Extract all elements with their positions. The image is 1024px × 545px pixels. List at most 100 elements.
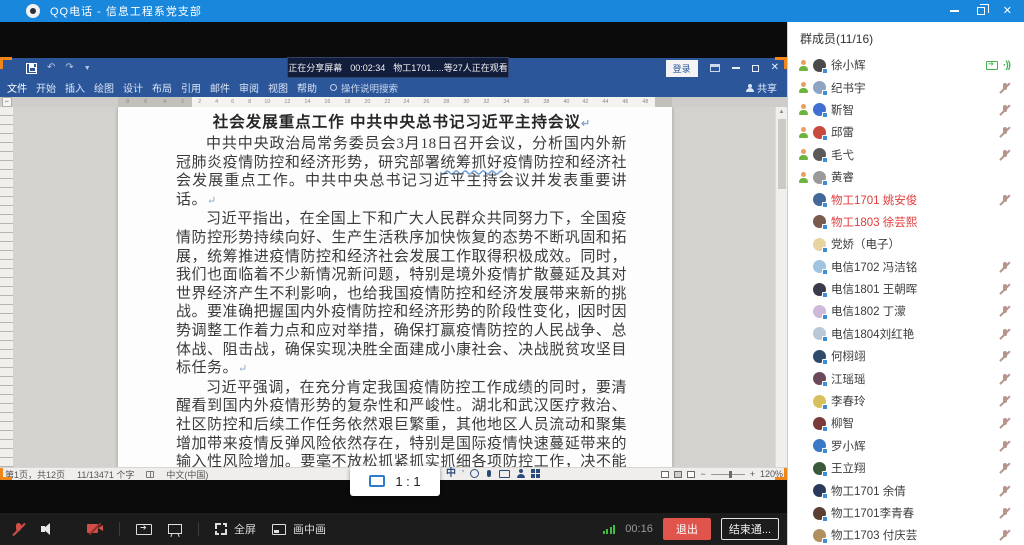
muted-mic-icon[interactable] [999, 283, 1010, 295]
page-indicator[interactable]: 第1页，共12页 [5, 468, 65, 481]
undo-icon[interactable]: ↶ [47, 63, 55, 73]
print-layout-icon[interactable] [674, 471, 682, 478]
ribbon-tab-5[interactable]: 设计 [123, 80, 143, 95]
minimize-icon[interactable] [950, 10, 959, 12]
member-row[interactable]: 物工1701 姚安俊 [788, 188, 1024, 210]
word-minimize-icon[interactable] [732, 67, 740, 69]
document-page[interactable]: 社会发展重点工作 中共中央总书记习近平主持会议↵ 中共中央政治局常务委员会3月1… [118, 107, 672, 467]
clock-icon[interactable] [470, 469, 479, 478]
scrollbar-thumb[interactable] [778, 119, 786, 189]
whiteboard-icon[interactable] [168, 524, 182, 534]
grid-icon[interactable] [531, 469, 540, 478]
member-row[interactable]: 电信1802 丁濛 [788, 300, 1024, 322]
ribbon-tab-6[interactable]: 布局 [152, 80, 172, 95]
zoom-slider[interactable] [711, 474, 745, 475]
member-row[interactable]: 王立翔 [788, 457, 1024, 479]
muted-mic-icon[interactable] [999, 305, 1010, 317]
member-row[interactable]: 党娇（电子） [788, 233, 1024, 255]
muted-mic-icon[interactable] [999, 149, 1010, 161]
muted-mic-icon[interactable] [999, 194, 1010, 206]
screen-share-icon[interactable] [136, 524, 152, 535]
ribbon-tab-11[interactable]: 帮助 [297, 80, 317, 95]
member-row[interactable]: 物工1701 余倩 [788, 479, 1024, 501]
member-row[interactable]: 徐小辉 ·)) [788, 54, 1024, 76]
ribbon-display-icon[interactable] [710, 64, 720, 72]
mic-tray-icon[interactable] [487, 470, 491, 477]
person-tray-icon[interactable] [516, 469, 525, 478]
ribbon-tab-3[interactable]: 插入 [65, 80, 85, 95]
muted-mic-icon[interactable] [999, 261, 1010, 273]
member-row[interactable]: 柳智 [788, 412, 1024, 434]
member-row[interactable]: 电信1801 王朝晖 [788, 278, 1024, 300]
member-name: 物工1803 徐芸熙 [831, 214, 917, 230]
tell-me-search[interactable]: 操作说明搜索 [330, 81, 398, 95]
ribbon-tab-2[interactable]: 开始 [36, 80, 56, 95]
member-row[interactable]: 邱雷 [788, 121, 1024, 143]
member-row[interactable]: 物工1701李青春 [788, 502, 1024, 524]
vertical-scrollbar[interactable]: ▲ [775, 107, 787, 467]
member-row[interactable]: 何栩翊 [788, 345, 1024, 367]
member-row[interactable]: 物工1803 徐芸熙 [788, 211, 1024, 233]
exit-button[interactable]: 退出 [663, 518, 711, 540]
muted-mic-icon[interactable] [999, 104, 1010, 116]
ribbon-tab-9[interactable]: 审阅 [239, 80, 259, 95]
member-row[interactable]: 物工1703 付庆芸 [788, 524, 1024, 545]
zoom-out-icon[interactable]: − [700, 469, 705, 479]
ribbon-tab-1[interactable]: 文件 [7, 80, 27, 95]
save-icon[interactable] [26, 63, 37, 74]
muted-mic-icon[interactable] [999, 328, 1010, 340]
camera-off-icon[interactable] [87, 523, 103, 535]
ribbon-tab-7[interactable]: 引用 [181, 80, 201, 95]
proofing-icon[interactable] [146, 471, 154, 478]
zoom-slider-thumb[interactable] [729, 471, 732, 478]
ime-indicator[interactable]: 中 [446, 469, 456, 479]
picture-in-picture-icon[interactable] [272, 524, 286, 535]
word-share-button[interactable]: 共享 [746, 80, 777, 95]
close-icon[interactable]: ✕ [1003, 6, 1012, 17]
microphone-muted-icon[interactable] [12, 522, 25, 537]
muted-mic-icon[interactable] [999, 82, 1010, 94]
member-row[interactable]: 罗小辉 [788, 435, 1024, 457]
pip-label[interactable]: 画中画 [293, 521, 326, 537]
end-call-button[interactable]: 结束通... [721, 518, 779, 540]
member-row[interactable]: 江瑶瑶 [788, 367, 1024, 389]
restore-icon[interactable] [977, 7, 985, 15]
muted-mic-icon[interactable] [999, 417, 1010, 429]
member-row[interactable]: 李春玲 [788, 390, 1024, 412]
chevron-down-icon[interactable]: ▼ [84, 65, 91, 72]
muted-mic-icon[interactable] [999, 485, 1010, 497]
muted-mic-icon[interactable] [999, 529, 1010, 541]
muted-mic-icon[interactable] [999, 350, 1010, 362]
fullscreen-icon[interactable] [215, 523, 227, 535]
redo-icon[interactable]: ↷ [65, 63, 73, 73]
ribbon-tab-8[interactable]: 邮件 [210, 80, 230, 95]
member-row[interactable]: 靳智 [788, 99, 1024, 121]
pen-icon[interactable]: ʼ [462, 469, 464, 479]
keyboard-icon[interactable] [499, 470, 510, 478]
fullscreen-label[interactable]: 全屏 [234, 521, 256, 537]
speaker-icon[interactable] [41, 522, 55, 536]
muted-mic-icon[interactable] [999, 373, 1010, 385]
muted-mic-icon[interactable] [999, 395, 1010, 407]
muted-mic-icon[interactable] [999, 440, 1010, 452]
tab-stop-selector[interactable]: ⌐ [2, 97, 12, 107]
member-row[interactable]: 毛弋 [788, 144, 1024, 166]
muted-mic-icon[interactable] [999, 507, 1010, 519]
muted-mic-icon[interactable] [999, 462, 1010, 474]
member-row[interactable]: 电信1702 冯洁铭 [788, 256, 1024, 278]
actual-size-popup[interactable]: 1 : 1 [350, 466, 440, 496]
read-mode-icon[interactable] [661, 471, 669, 478]
member-row[interactable]: 纪书宇 [788, 76, 1024, 98]
scroll-up-icon[interactable]: ▲ [776, 107, 787, 115]
member-row[interactable]: 电信1804刘红艳 [788, 323, 1024, 345]
word-login-button[interactable]: 登录 [666, 60, 698, 77]
ribbon-tab-4[interactable]: 绘图 [94, 80, 114, 95]
muted-mic-icon[interactable] [999, 126, 1010, 138]
word-restore-icon[interactable] [752, 65, 759, 72]
ribbon-tab-10[interactable]: 视图 [268, 80, 288, 95]
word-count[interactable]: 11/13471 个字 [77, 468, 134, 481]
zoom-in-icon[interactable]: + [750, 469, 755, 479]
language-indicator[interactable]: 中文(中国) [166, 468, 208, 481]
web-layout-icon[interactable] [687, 471, 695, 478]
member-row[interactable]: 黄睿 [788, 166, 1024, 188]
